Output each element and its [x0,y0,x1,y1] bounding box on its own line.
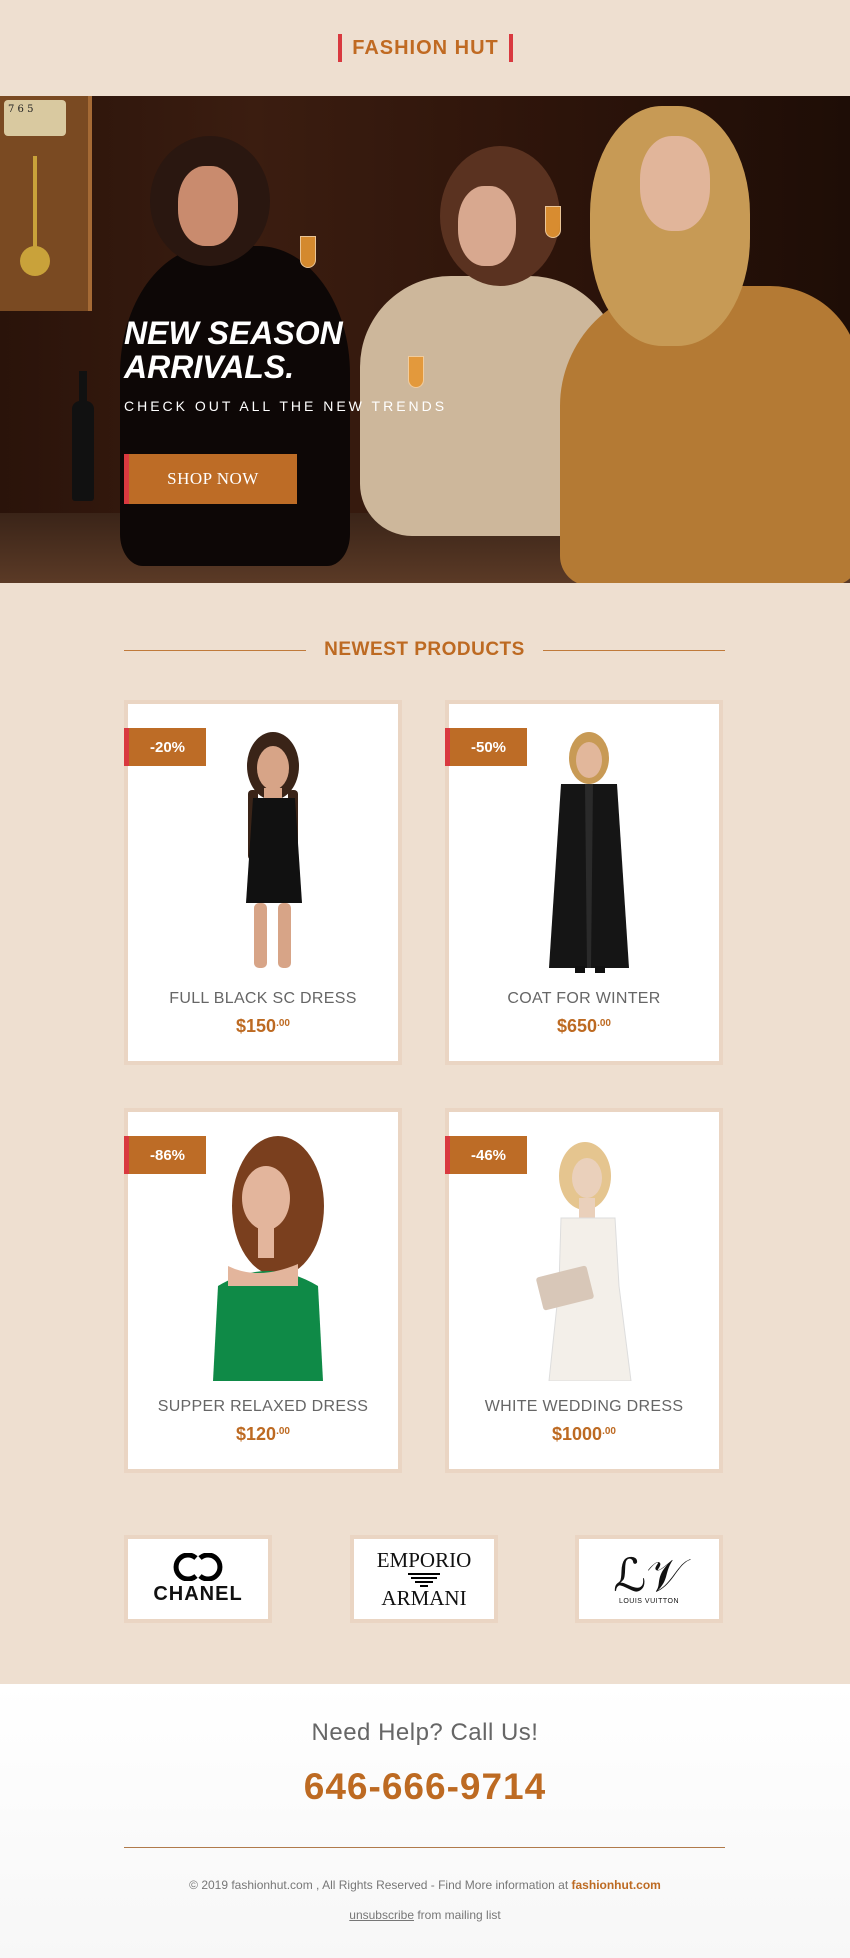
price-cents: .00 [597,1018,611,1029]
heading-divider-right [542,649,725,651]
footer: Need Help? Call Us! 646-666-9714 © 2019 … [0,1684,850,1958]
wall-clock-image: 7 6 5 [0,96,92,311]
discount-badge: -20% [124,728,206,766]
newest-products-heading: NEWEST PRODUCTS [124,638,725,662]
copyright-text: © 2019 fashionhut.com , All Rights Reser… [0,1878,850,1892]
clock-face: 7 6 5 [4,100,66,136]
clock-pendulum [20,246,50,276]
winter-coat-image [549,732,629,973]
wedding-dress-image [536,1142,632,1381]
product-price: $1000.00 [449,1424,719,1445]
discount-badge: -46% [445,1136,527,1174]
price-cents: .00 [602,1426,616,1437]
product-name[interactable]: COAT FOR WINTER [449,990,719,1008]
product-name[interactable]: SUPPER RELAXED DRESS [128,1398,398,1416]
product-name[interactable]: FULL BLACK SC DRESS [128,990,398,1008]
armani-line1: EMPORIO [376,1548,472,1572]
champagne-glass-icon [408,356,424,388]
champagne-glass-icon [300,236,316,268]
model-3-face [640,136,710,231]
price-amount: $1000 [552,1424,603,1444]
hero-title-line1: NEW SEASON [124,315,343,351]
product-card[interactable]: -20% FULL BLACK SC DRESS $150.00 [124,700,402,1065]
product-price: $120.00 [128,1424,398,1445]
champagne-glass-icon [545,206,561,238]
product-price: $650.00 [449,1016,719,1037]
price-amount: $120 [236,1424,277,1444]
brand-logo-louis-vuitton[interactable]: ℒ𝒱 LOUIS VUITTON [575,1535,723,1623]
hero-banner[interactable]: 7 6 5 NEW SEASON ARRIVALS. CHECK OUT ALL… [0,96,850,583]
product-card[interactable]: -50% COAT FOR WINTER $650.00 [445,700,723,1065]
armani-line2: ARMANI [381,1586,467,1610]
brand-logo[interactable]: FASHION HUT [338,34,513,62]
price-amount: $650 [557,1016,598,1036]
price-cents: .00 [276,1018,290,1029]
discount-badge: -86% [124,1136,206,1174]
clock-pendulum-rod [33,156,37,251]
footer-divider [124,1847,725,1848]
price-cents: .00 [276,1426,290,1437]
lv-monogram-icon: ℒ𝒱 [613,1549,685,1601]
black-dress-image [246,732,302,968]
help-heading: Need Help? Call Us! [311,1719,539,1746]
product-name[interactable]: WHITE WEDDING DRESS [449,1398,719,1416]
email-header: FASHION HUT [0,0,850,96]
heading-divider-left [124,649,307,651]
armani-eagle-icon [408,1573,440,1587]
model-1-face [178,166,238,246]
price-amount: $150 [236,1016,277,1036]
phone-number-link[interactable]: 646-666-9714 [0,1766,850,1808]
relaxed-dress-image [213,1136,324,1381]
wine-bottle-image [72,371,94,501]
shop-now-button[interactable]: SHOP NOW [124,454,297,504]
product-card[interactable]: -46% WHITE WEDDING DRESS $1000.00 [445,1108,723,1473]
hero-subtitle: CHECK OUT ALL THE NEW TRENDS [124,398,448,414]
unsubscribe-suffix: from mailing list [417,1908,501,1922]
chanel-cc-icon [173,1552,223,1581]
product-price: $150.00 [128,1016,398,1037]
hero-title-line2: ARRIVALS. [124,349,295,385]
lv-wordmark: LOUIS VUITTON [618,1597,680,1605]
model-2-face [458,186,516,266]
hero-title: NEW SEASON ARRIVALS. [124,316,343,384]
chanel-wordmark: CHANEL [153,1582,243,1605]
brand-logo-chanel[interactable]: CHANEL [124,1535,272,1623]
unsubscribe-link[interactable]: unsubscribe [349,1908,414,1922]
section-title: NEWEST PRODUCTS [324,639,525,660]
brand-name: FASHION HUT [352,36,499,59]
site-link[interactable]: fashionhut.com [572,1878,661,1892]
product-card[interactable]: -86% SUPPER RELAXED DRESS $120.00 [124,1108,402,1473]
discount-badge: -50% [445,728,527,766]
brand-logo-armani[interactable]: EMPORIO ARMANI [350,1535,498,1623]
copyright-label: © 2019 fashionhut.com , All Rights Reser… [189,1878,569,1892]
unsubscribe-row: unsubscribe from mailing list [0,1908,850,1922]
logo-right-bar [509,34,513,62]
